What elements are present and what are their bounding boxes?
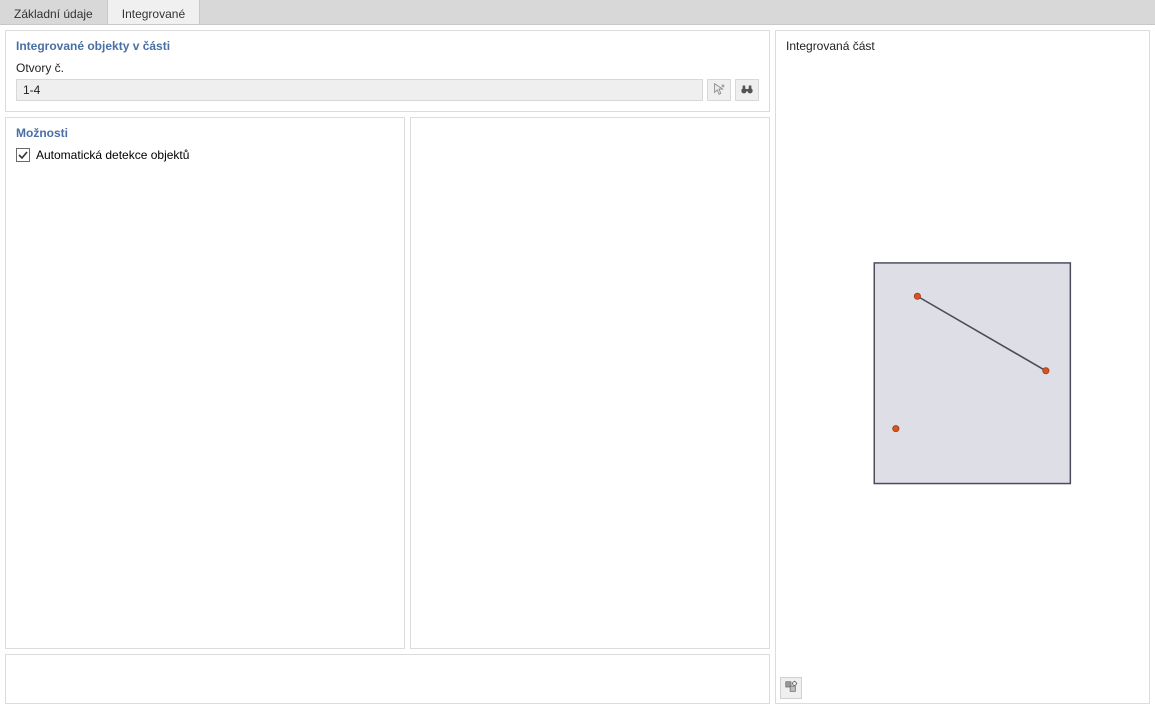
tab-integrated-label: Integrované — [122, 7, 185, 21]
integrated-objects-panel: Integrované objekty v části Otvory č. — [5, 30, 770, 112]
auto-detect-label: Automatická detekce objektů — [36, 148, 189, 162]
preview-svg — [786, 57, 1139, 698]
right-column: Integrovaná část — [775, 30, 1150, 704]
bottom-panel — [5, 654, 770, 704]
main-layout: Integrované objekty v části Otvory č. — [0, 25, 1155, 709]
auto-detect-row: Automatická detekce objektů — [16, 148, 394, 162]
openings-field-label: Otvory č. — [16, 61, 759, 75]
opening-point — [1043, 368, 1049, 374]
tab-integrated[interactable]: Integrované — [108, 0, 200, 24]
opening-point — [914, 293, 920, 299]
integrated-objects-header: Integrované objekty v části — [16, 39, 759, 53]
auto-detect-checkbox[interactable] — [16, 148, 30, 162]
preview-settings-button[interactable] — [780, 677, 802, 699]
two-panels-row: Možnosti Automatická detekce objektů — [5, 117, 770, 649]
preview-canvas[interactable] — [786, 57, 1139, 698]
pick-button[interactable] — [707, 79, 731, 101]
find-button[interactable] — [735, 79, 759, 101]
left-column: Integrované objekty v části Otvory č. — [5, 30, 770, 704]
preview-panel: Integrovaná část — [775, 30, 1150, 704]
settings-icon — [784, 680, 798, 697]
tab-bar: Základní údaje Integrované — [0, 0, 1155, 25]
pick-icon — [712, 82, 726, 99]
preview-heading: Integrovaná část — [786, 39, 1139, 53]
tab-basic-data[interactable]: Základní údaje — [0, 0, 108, 24]
options-header: Možnosti — [16, 126, 394, 140]
openings-input[interactable] — [16, 79, 703, 101]
opening-point — [893, 425, 899, 431]
binoculars-icon — [740, 82, 754, 99]
check-icon — [18, 150, 28, 160]
tab-basic-data-label: Základní údaje — [14, 7, 93, 21]
empty-panel — [410, 117, 770, 649]
options-panel: Možnosti Automatická detekce objektů — [5, 117, 405, 649]
openings-input-row — [16, 79, 759, 101]
